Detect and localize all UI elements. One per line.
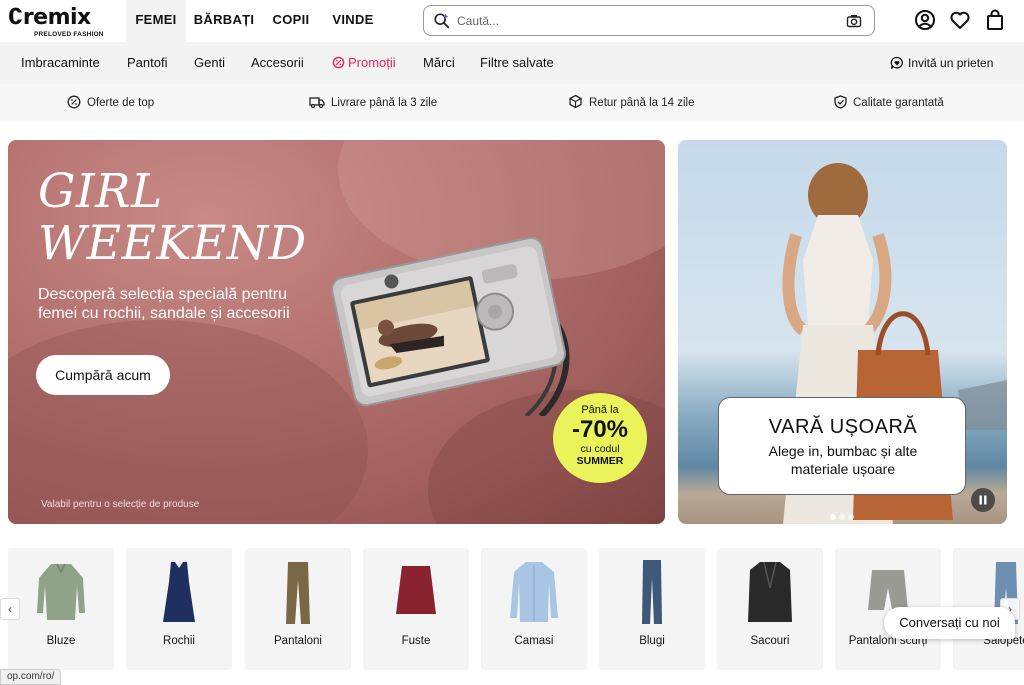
summer-promo-card[interactable]: VARĂ UȘOARĂ Alege in, bumbac și alte mat… [718,397,966,495]
search-bar[interactable] [423,5,875,36]
shirt-image [510,562,558,622]
status-bar-url: op.com/ro/ [0,669,62,685]
chat-widget-button[interactable]: Conversați cu noi [884,607,1015,639]
summer-subtitle: Alege in, bumbac și alte materiale ușoar… [768,443,918,477]
shield-check-icon [834,95,847,109]
chat-bubble-icon [890,56,903,69]
category-card-pantaloni[interactable]: Pantaloni [245,548,351,670]
usp-top-offers: Oferte de top [67,84,154,122]
dress-image [163,562,195,622]
carousel-dot[interactable] [848,514,854,520]
truck-icon [309,97,325,109]
usp-label: Retur până la 14 zile [589,97,695,109]
category-label: Blugi [639,635,665,647]
camera-icon[interactable] [846,13,862,29]
discount-badge: Până la -70% cu codul SUMMER [553,393,647,483]
carousel-dot[interactable] [830,514,836,520]
discount-icon [67,95,81,109]
nav-item-filtre-salvate[interactable]: Filtre salvate [480,42,554,84]
tab-vinde[interactable]: VINDE [326,0,380,42]
hero-subtitle: Descoperă selecția specială pentru femei… [38,286,290,322]
chevron-left-icon: ‹ [8,602,12,616]
category-card-bluze[interactable]: Bluze [8,548,114,670]
nav-item-imbracaminte[interactable]: Imbracaminte [21,42,100,84]
heart-icon[interactable] [949,9,971,31]
pause-button[interactable] [971,488,995,512]
tab-barbati[interactable]: BĂRBAȚI [190,0,258,42]
shop-now-button[interactable]: Cumpără acum [36,355,170,395]
usp-returns: Retur până la 14 zile [568,84,694,122]
fabric-shadow [8,320,368,524]
invite-friend-label: Invită un prieten [908,56,994,70]
hero-disclaimer: Valabil pentru o selecție de produse [41,499,200,510]
logo-tagline: PRELOVED FASHION [34,31,104,38]
hero-title-line: GIRL [38,164,163,219]
category-card-sacouri[interactable]: Sacouri [717,548,823,670]
badge-percent: -70% [571,416,629,443]
search-input[interactable] [457,10,837,32]
badge-text: Până la [581,404,619,416]
summer-banner[interactable]: VARĂ UȘOARĂ Alege in, bumbac și alte mat… [678,140,1007,524]
category-label: Bluze [46,635,76,647]
category-card-fuste[interactable]: Fuste [363,548,469,670]
top-header: ∁remix PRELOVED FASHION FEMEI BĂRBAȚI CO… [0,0,1024,42]
nav-item-promotii[interactable]: Promoții [332,42,396,84]
badge-text: cu codul [580,443,620,455]
carousel-dot[interactable] [839,514,845,520]
pause-icon [979,495,987,505]
badge-code: SUMMER [576,455,624,467]
account-icon[interactable] [914,9,936,31]
logo-wordmark: ∁remix [8,5,91,30]
hero-banner[interactable]: GIRL WEEKEND Descoperă selecția specială… [8,140,665,524]
camera-illustration [331,236,570,416]
usp-delivery: Livrare până la 3 zile [309,84,437,122]
invite-friend-link[interactable]: Invită un prieten [890,42,993,84]
carousel-dots[interactable] [830,507,857,524]
jeans-image [642,560,662,624]
benefits-bar: Oferte de top Livrare până la 3 zile Ret… [0,84,1024,122]
blazer-image [748,561,792,622]
category-card-blugi[interactable]: Blugi [599,548,705,670]
bag-icon[interactable] [984,9,1006,31]
category-label: Fuste [401,635,431,647]
nav-item-genti[interactable]: Genti [194,42,225,84]
usp-label: Livrare până la 3 zile [331,97,438,109]
nav-item-accesorii[interactable]: Accesorii [251,42,304,84]
logo[interactable]: ∁remix PRELOVED FASHION [8,5,104,39]
skirt-image [396,566,436,614]
return-box-icon [569,94,582,109]
tab-copii[interactable]: COPII [266,0,316,42]
usp-quality: Calitate garantată [834,84,944,122]
category-label: Camasi [514,635,554,647]
hero-title-line: WEEKEND [38,216,307,271]
category-carousel: Bluze Rochii Pantaloni Fuste Camasi Blug… [0,548,1024,673]
category-label: Pantaloni [274,635,322,647]
nav-item-marci[interactable]: Mărci [423,42,455,84]
summer-title: VARĂ UȘOARĂ [768,416,918,438]
category-nav: Imbracaminte Pantofi Genti Accesorii Pro… [0,42,1024,84]
category-label: Rochii [163,635,195,647]
nav-item-pantofi[interactable]: Pantofi [127,42,167,84]
category-card-rochii[interactable]: Rochii [126,548,232,670]
tag-icon [332,56,345,69]
nav-item-promotii-label: Promoții [348,55,396,70]
search-icon [434,13,450,29]
category-card-camasi[interactable]: Camasi [481,548,587,670]
blouse-image [37,563,85,620]
trousers-image [286,562,310,624]
category-label: Sacouri [750,635,790,647]
hero-title: GIRL WEEKEND [38,166,307,270]
usp-label: Oferte de top [87,97,155,109]
carousel-prev-button[interactable]: ‹ [0,598,20,620]
usp-label: Calitate garantată [853,97,944,109]
tab-femei[interactable]: FEMEI [126,0,186,42]
